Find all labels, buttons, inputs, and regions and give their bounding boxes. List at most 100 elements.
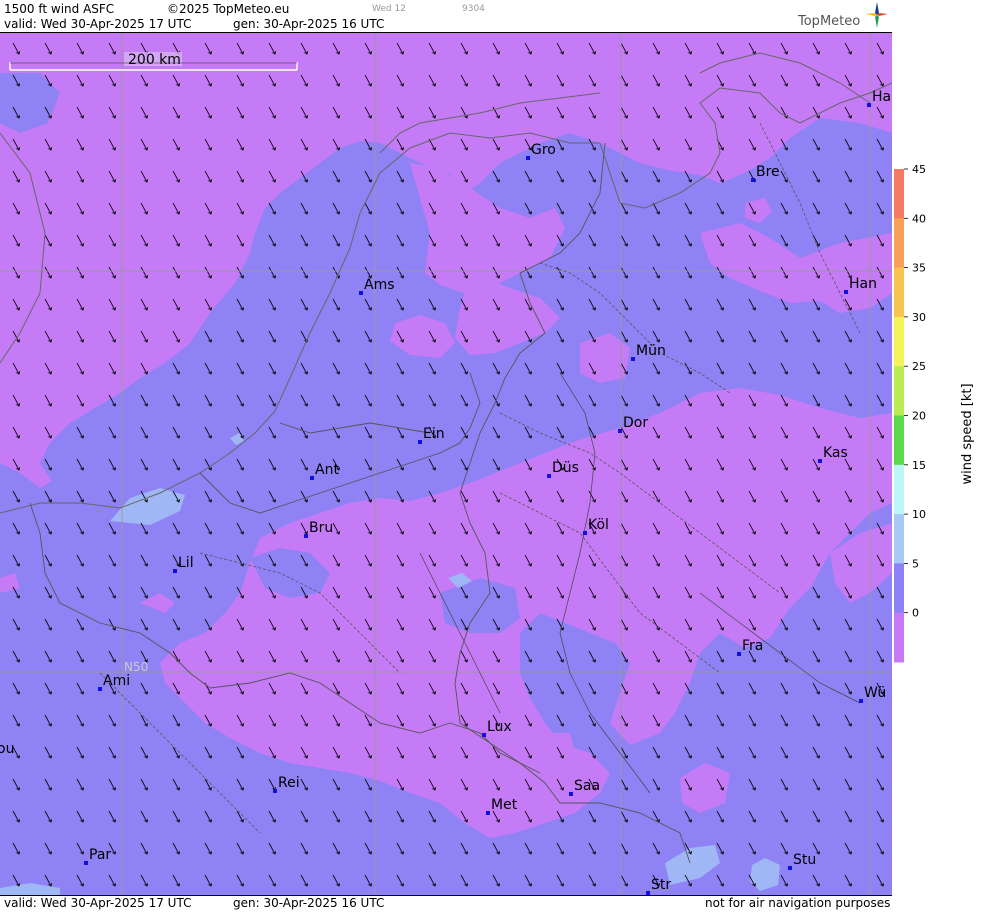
city-dot-icon (359, 291, 363, 295)
scale-bar-label: 200 km (128, 52, 181, 68)
city-marker-par: Par (84, 847, 111, 865)
city-label-kas: Kas (823, 445, 848, 461)
legend-swatch (894, 366, 904, 416)
ghost-code-label: 9304 (462, 4, 485, 14)
city-marker-stu: Stu (788, 852, 816, 870)
city-label-dor: Dor (623, 415, 648, 431)
city-marker-dor: Dor (618, 415, 648, 433)
city-marker-saa: Saa (569, 778, 600, 796)
legend-swatch (894, 316, 904, 367)
city-label-par: Par (89, 847, 111, 863)
city-marker-ou: ou (0, 741, 14, 757)
city-label-lux: Lux (487, 719, 512, 735)
city-dot-icon (788, 866, 792, 870)
city-marker-ams: Ams (359, 277, 395, 295)
footer-generated-time: gen: 30-Apr-2025 16 UTC (233, 896, 385, 910)
wind-arrows (0, 33, 892, 895)
city-dot-icon (482, 733, 486, 737)
legend-swatch (894, 612, 904, 663)
legend-tick-label: 25 (912, 360, 926, 373)
city-dot-icon (751, 178, 755, 182)
city-label-ams: Ams (364, 277, 395, 293)
city-label-bre: Bre (756, 164, 780, 180)
city-dot-icon (547, 474, 551, 478)
city-label-gro: Gro (531, 142, 556, 158)
city-dot-icon (273, 789, 277, 793)
legend-tick-label: 35 (912, 262, 926, 275)
city-dot-icon (84, 861, 88, 865)
city-marker-ami: Ami (98, 673, 130, 691)
city-dot-icon (98, 687, 102, 691)
city-dot-icon (844, 290, 848, 294)
disclaimer-text: not for air navigation purposes (705, 896, 891, 910)
city-label-bru: Bru (309, 520, 333, 536)
city-label-str: Str (651, 877, 671, 893)
city-dot-icon (631, 357, 635, 361)
city-marker-bre: Bre (751, 164, 780, 182)
city-label-han: Han (849, 276, 877, 292)
topmeteo-logo: TopMeteo (798, 14, 861, 29)
city-label-mun: Mün (636, 343, 666, 359)
city-label-fra: Fra (742, 638, 763, 654)
city-dot-icon (418, 440, 422, 444)
wind-speed-legend: 45 40 35 30 25 20 15 10 5 0 wind speed [kt] (893, 0, 983, 909)
city-label-ha: Ha (872, 89, 891, 105)
city-dot-icon (818, 459, 822, 463)
legend-tick-label: 10 (912, 508, 926, 521)
city-dot-icon (569, 792, 573, 796)
legend-tick-label: 20 (912, 410, 926, 423)
city-marker-met: Met (486, 797, 518, 815)
city-label-lil: Lil (178, 555, 194, 571)
legend-tick-label: 30 (912, 311, 926, 324)
product-title: 1500 ft wind ASFC (4, 2, 115, 16)
city-marker-lux: Lux (482, 719, 512, 737)
city-label-dus: Düs (552, 460, 579, 476)
city-label-ein: Ein (423, 426, 445, 442)
ghost-day-label: Wed 12 (372, 4, 406, 14)
city-label-ami: Ami (103, 673, 130, 689)
city-dot-icon (526, 156, 530, 160)
city-dot-icon (737, 652, 741, 656)
compass-logo-icon (866, 2, 888, 28)
copyright-text: ©2025 TopMeteo.eu (167, 2, 290, 16)
city-label-wu: Wü (864, 685, 886, 701)
city-label-stu: Stu (793, 852, 816, 868)
city-marker-dus: Düs (547, 460, 579, 478)
city-marker-wu: Wü (859, 685, 886, 703)
city-marker-mun: Mün (631, 343, 666, 361)
legend-tick-label: 40 (912, 212, 926, 225)
city-label-ou: ou (0, 741, 14, 757)
city-dot-icon (173, 569, 177, 573)
city-dot-icon (618, 429, 622, 433)
city-marker-ant: Ant (310, 462, 339, 480)
latitude-label: N50 (124, 660, 148, 674)
generated-time: gen: 30-Apr-2025 16 UTC (233, 17, 385, 31)
legend-tick-label: 0 (912, 607, 919, 620)
map-header: 1500 ft wind ASFC ©2025 TopMeteo.eu Wed … (0, 0, 892, 33)
legend-swatch (894, 514, 904, 564)
legend-swatch (894, 415, 904, 466)
wind-map[interactable]: 200 km N50 Gro Bre Ha Ams Han Mün Ein Dor Ant Düs… (0, 33, 892, 895)
city-dot-icon (304, 534, 308, 538)
city-label-rei: Rei (278, 775, 300, 791)
legend-title: wind speed [kt] (960, 383, 975, 484)
legend-swatch (894, 563, 904, 614)
legend-swatch (894, 464, 904, 515)
legend-colorbar: 45 40 35 30 25 20 15 10 5 0 wind speed [kt] (894, 163, 975, 663)
footer-valid-time: valid: Wed 30-Apr-2025 17 UTC (4, 896, 192, 910)
city-dot-icon (859, 699, 863, 703)
city-dot-icon (486, 811, 490, 815)
city-dot-icon (310, 476, 314, 480)
legend-tick-label: 45 (912, 163, 926, 176)
city-label-saa: Saa (574, 778, 600, 794)
legend-tick-label: 15 (912, 459, 926, 472)
legend-tick-label: 5 (912, 557, 919, 570)
legend-swatch (894, 267, 904, 318)
city-label-kol: Köl (588, 517, 609, 533)
wind-map-canvas: 200 km N50 Gro Bre Ha Ams Han Mün Ein Dor Ant Düs… (0, 33, 892, 895)
city-marker-bru: Bru (304, 520, 333, 538)
map-footer: valid: Wed 30-Apr-2025 17 UTC gen: 30-Ap… (0, 895, 892, 910)
city-marker-han: Han (844, 276, 877, 294)
city-marker-gro: Gro (526, 142, 556, 160)
legend-swatch (894, 218, 904, 269)
